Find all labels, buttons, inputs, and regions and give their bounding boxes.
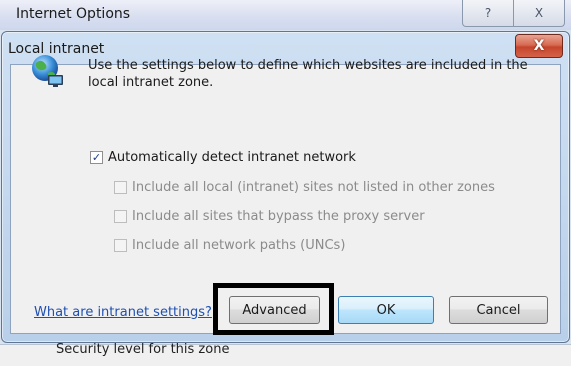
option-auto-detect[interactable]: ✓ Automatically detect intranet network <box>90 150 356 165</box>
intro-text: Use the settings below to define which w… <box>88 58 528 90</box>
close-icon: X <box>533 38 545 54</box>
network-paths-checkbox[interactable] <box>114 239 127 252</box>
local-sites-checkbox[interactable] <box>114 181 127 194</box>
close-icon: X <box>534 6 544 20</box>
globe-network-icon <box>32 55 63 87</box>
security-level-label: Security level for this zone <box>56 342 230 357</box>
parent-close-button[interactable]: X <box>513 0 564 26</box>
check-icon: ✓ <box>91 151 102 164</box>
option-local-sites[interactable]: Include all local (intranet) sites not l… <box>114 180 495 195</box>
auto-detect-checkbox[interactable]: ✓ <box>90 151 103 164</box>
local-sites-label: Include all local (intranet) sites not l… <box>132 180 495 195</box>
auto-detect-label: Automatically detect intranet network <box>108 150 356 165</box>
cancel-button[interactable]: Cancel <box>449 296 548 324</box>
ok-button[interactable]: OK <box>338 296 434 324</box>
network-paths-label: Include all network paths (UNCs) <box>132 238 346 253</box>
parent-footer: Security level for this zone <box>0 342 571 366</box>
parent-window-controls: ? X <box>462 0 565 27</box>
help-button[interactable]: ? <box>463 0 513 26</box>
intranet-settings-help-link[interactable]: What are intranet settings? <box>34 305 212 320</box>
dialog-close-button[interactable]: X <box>515 34 563 58</box>
advanced-highlight-frame <box>213 283 334 335</box>
option-bypass-proxy[interactable]: Include all sites that bypass the proxy … <box>114 209 425 224</box>
bypass-proxy-checkbox[interactable] <box>114 210 127 223</box>
parent-titlebar: Internet Options ? X <box>0 0 571 30</box>
bypass-proxy-label: Include all sites that bypass the proxy … <box>132 209 425 224</box>
help-icon: ? <box>484 6 492 20</box>
option-network-paths[interactable]: Include all network paths (UNCs) <box>114 238 345 253</box>
parent-window-title: Internet Options <box>16 6 131 22</box>
